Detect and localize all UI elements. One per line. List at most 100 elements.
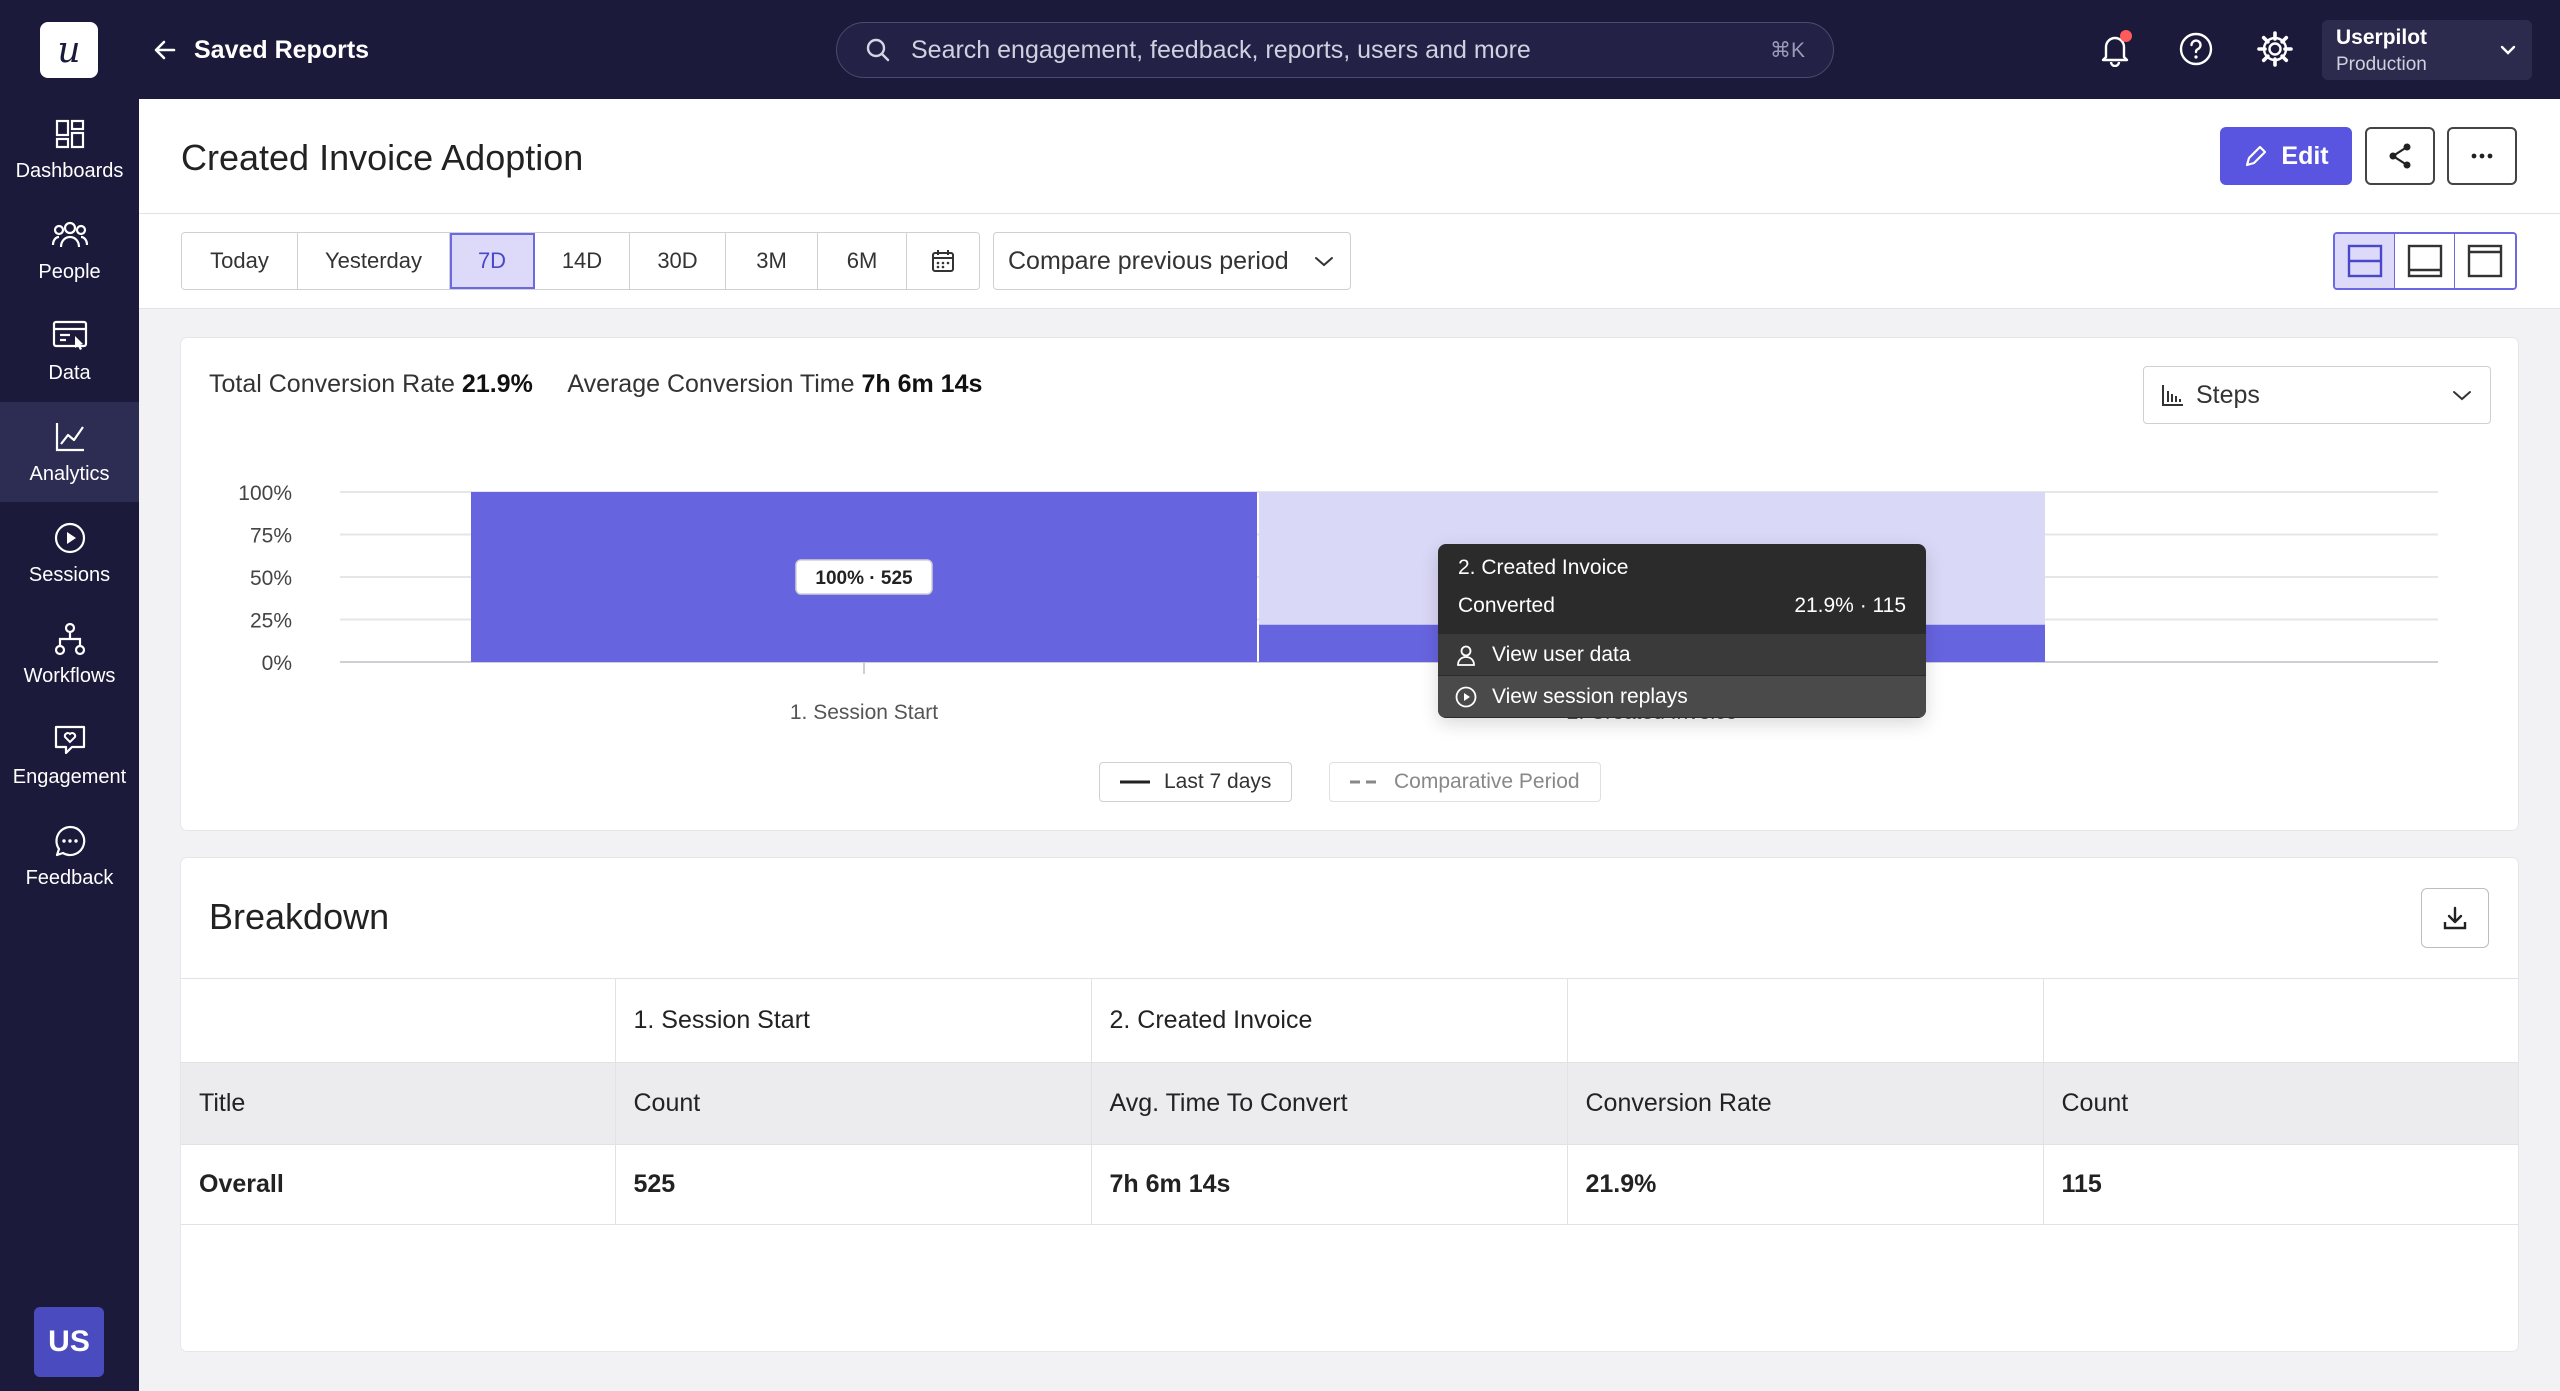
layout-split-button[interactable] [2335,234,2395,288]
sidebar-item-label: Workflows [23,664,116,687]
sidebar-item-label: Engagement [12,765,127,788]
legend-label: Last 7 days [1164,770,1272,793]
y-tick-label: 25% [250,610,292,633]
workspace-name: Userpilot [2336,26,2428,49]
workspace-switcher[interactable]: Userpilot Production [2322,20,2532,80]
sidebar-item-data[interactable]: Data [0,301,139,401]
analytics-icon [55,422,84,451]
share-button[interactable] [2365,127,2435,185]
date-range-selector: Today Yesterday 7D 14D 30D 3M 6M [181,232,980,290]
breakdown-card: Breakdown 1. Session Start 2. Created In… [181,858,2518,1351]
tooltip-converted-row: Converted 21.9% · 115 [1458,592,1906,620]
help-button[interactable] [2173,26,2219,72]
layout-table-icon [2467,244,2503,278]
chevron-down-icon [1315,257,1333,267]
layout-table-button[interactable] [2455,234,2515,288]
userpilot-logo[interactable]: u [40,22,98,78]
tooltip-row-value: 21.9% · 115 [1794,594,1906,617]
people-icon [51,221,88,247]
sidebar-item-feedback[interactable]: Feedback [0,806,139,906]
column-header[interactable]: Avg. Time To Convert [1090,1062,1568,1145]
step-header-cell [2042,978,2518,1063]
chevron-down-icon [2500,45,2516,55]
sidebar-item-sessions[interactable]: Sessions [0,503,139,603]
notifications-button[interactable] [2092,26,2138,72]
compare-period-dropdown[interactable]: Compare previous period [993,232,1351,290]
range-3m[interactable]: 3M [726,233,818,289]
column-header[interactable]: Title [181,1062,616,1145]
column-header[interactable]: Count [2042,1062,2518,1145]
table-cell: 7h 6m 14s [1090,1144,1568,1225]
table-cell: Overall [181,1144,616,1225]
gear-icon [2257,31,2293,67]
layout-selector [2333,232,2517,290]
global-search-input[interactable]: Search engagement, feedback, reports, us… [836,22,1834,78]
sidebar-item-analytics[interactable]: Analytics [0,402,139,502]
view-user-data-action[interactable]: View user data [1438,634,1926,675]
legend-comparative-period[interactable]: Comparative Period [1329,762,1601,802]
help-icon [2179,32,2213,66]
table-cell: 525 [614,1144,1092,1225]
range-yesterday[interactable]: Yesterday [298,233,450,289]
tooltip-title: 2. Created Invoice [1458,556,1629,579]
action-label: View user data [1492,642,1631,666]
sidebar-nav: Dashboards People Data Analytics Session… [0,99,139,1391]
step-header-cell: 2. Created Invoice [1090,978,1568,1063]
column-header[interactable]: Conversion Rate [1566,1062,2044,1145]
view-session-replays-action[interactable]: View session replays [1438,676,1926,717]
custom-date-button[interactable] [907,233,979,289]
range-30d[interactable]: 30D [630,233,726,289]
back-label: Saved Reports [194,35,370,64]
column-header[interactable]: Count [614,1062,1092,1145]
sidebar-item-workflows[interactable]: Workflows [0,604,139,704]
sidebar-item-label: People [38,260,101,283]
download-button[interactable] [2421,888,2489,948]
range-6m[interactable]: 6M [818,233,907,289]
sidebar-item-people[interactable]: People [0,200,139,300]
settings-button[interactable] [2252,26,2298,72]
workflow-icon [54,622,85,655]
compare-label: Compare previous period [1008,246,1289,275]
engagement-icon [54,725,85,754]
table-row[interactable]: Overall 525 7h 6m 14s 21.9% 115 [181,1144,2518,1225]
more-options-button[interactable] [2447,127,2517,185]
sidebar-item-label: Dashboards [15,159,124,182]
range-today[interactable]: Today [182,233,298,289]
sidebar-item-dashboards[interactable]: Dashboards [0,99,139,199]
back-to-saved-reports[interactable]: Saved Reports [152,30,369,70]
share-icon [2389,143,2411,169]
action-label: View session replays [1492,684,1688,708]
y-tick-label: 100% [238,482,292,505]
search-icon [866,38,890,62]
data-label: 100% · 525 [815,568,913,589]
table-cell: 21.9% [1566,1144,2044,1225]
layout-split-icon [2347,244,2382,278]
sidebar-item-label: Feedback [25,866,114,889]
step-tooltip: 2. Created Invoice Converted 21.9% · 115… [1438,544,1926,718]
dashboard-icon [55,119,84,148]
sidebar-item-engagement[interactable]: Engagement [0,705,139,805]
notification-dot [2120,30,2132,42]
edit-button[interactable]: Edit [2220,127,2352,185]
solid-line-icon [1120,780,1150,784]
calendar-icon [932,250,954,272]
feedback-icon [54,825,85,856]
legend-last-7-days[interactable]: Last 7 days [1099,762,1293,802]
user-avatar[interactable]: US [34,1307,104,1377]
download-icon [2443,906,2467,930]
layout-chart-button[interactable] [2395,234,2455,288]
breakdown-title: Breakdown [209,896,390,937]
range-7d[interactable]: 7D [450,233,535,289]
table-cell: 115 [2042,1144,2518,1225]
edit-label: Edit [2281,141,2329,170]
step-header-cell [1566,978,2044,1063]
breakdown-table: 1. Session Start 2. Created Invoice Titl… [181,978,2518,1225]
column-header-row: Title Count Avg. Time To Convert Convers… [181,1062,2518,1145]
search-placeholder: Search engagement, feedback, reports, us… [911,35,1531,64]
sidebar-item-label: Analytics [29,462,110,485]
data-icon [52,320,87,350]
tooltip-row-label: Converted [1458,594,1555,617]
layout-chart-icon [2407,244,2442,278]
range-14d[interactable]: 14D [535,233,630,289]
pencil-icon [2246,145,2267,167]
